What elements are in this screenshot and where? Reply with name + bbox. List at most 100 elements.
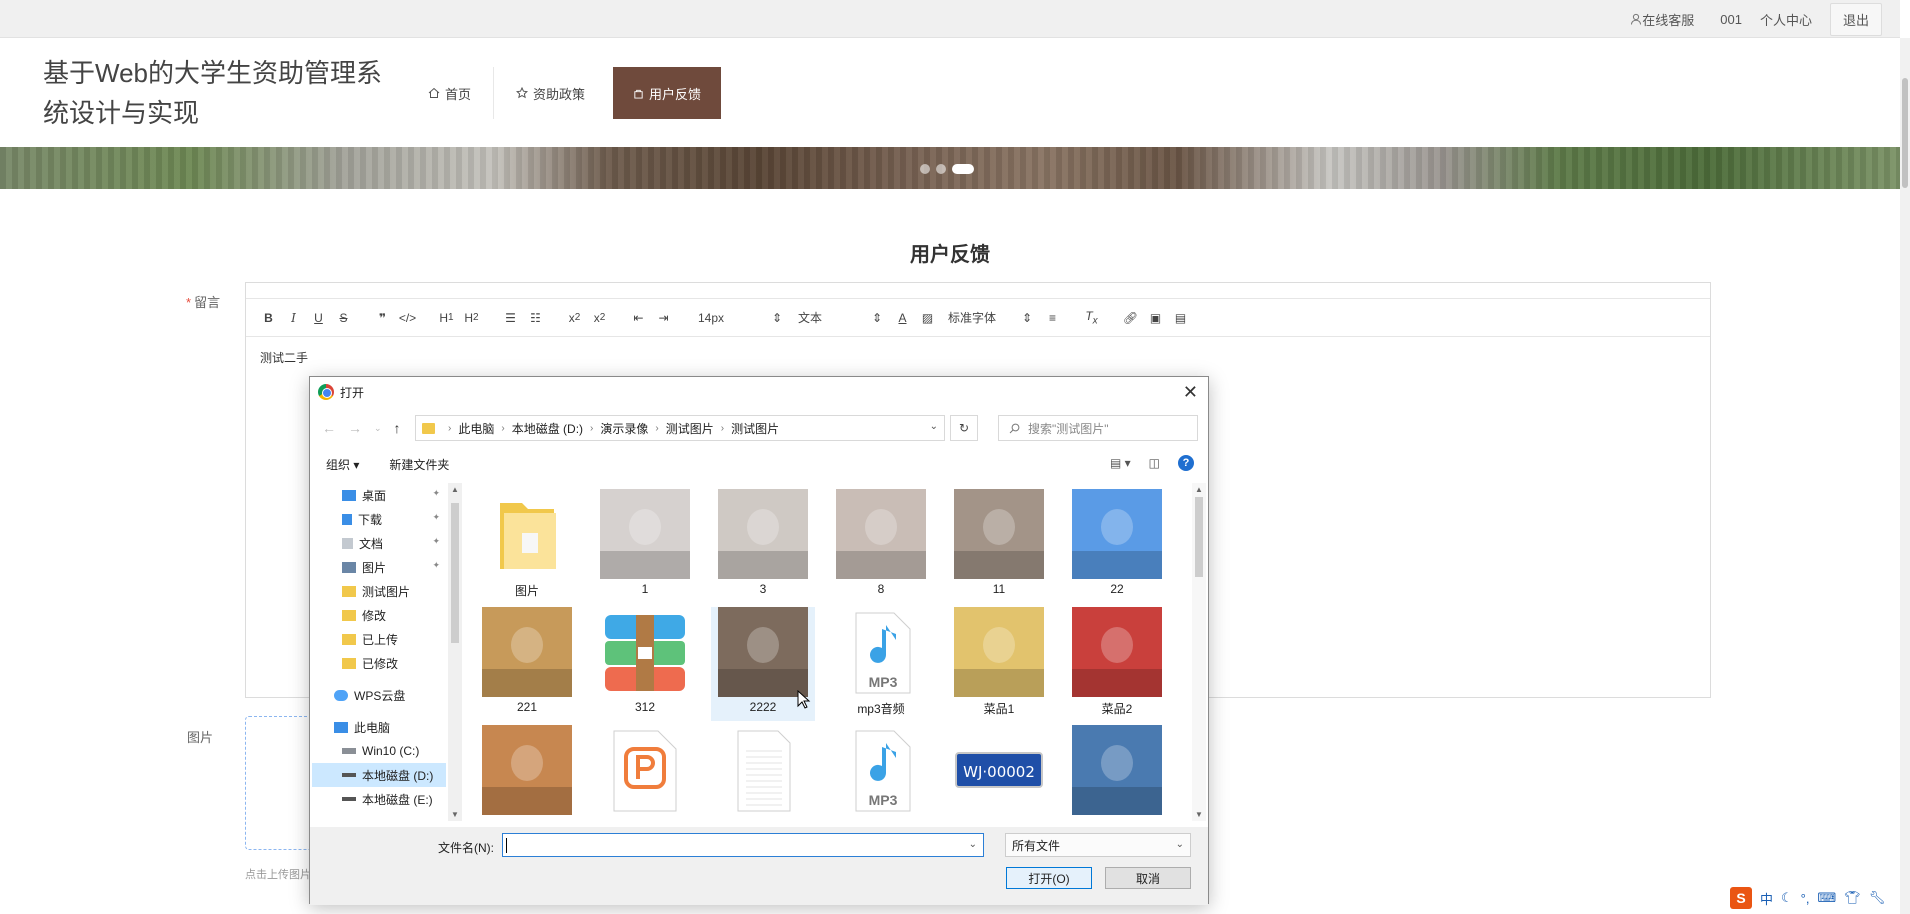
help-icon[interactable]: ? [1178,455,1194,471]
forward-icon[interactable]: → [348,420,362,436]
file-thumbnail [600,489,690,579]
carousel-dot-active[interactable] [952,164,974,174]
shirt-icon[interactable]: 👕︎ [1844,890,1861,906]
file-type-select[interactable]: 所有文件 ⌄ [1005,833,1191,857]
refresh-icon[interactable]: ↻ [950,415,978,441]
font-color-button[interactable]: A [890,306,915,330]
file-item[interactable]: 221 [475,607,579,721]
navigation-scrollbar[interactable]: ▲ ▼ [448,483,462,821]
page-scrollbar[interactable] [1900,38,1910,914]
recent-dropdown-icon[interactable]: ⌄ [374,423,382,434]
username[interactable]: 001 [1720,12,1742,27]
font-size-select[interactable]: 14px ⇕ [690,306,790,330]
search-input[interactable]: 搜索"测试图片" [998,415,1198,441]
sidebar-item-desktop[interactable]: 桌面 ✦ [312,483,446,507]
file-item[interactable]: 3 [711,489,815,603]
back-icon[interactable]: ← [322,420,336,436]
sogou-ime-icon[interactable]: S [1730,887,1752,909]
file-item[interactable]: 菜品2 [1065,607,1169,721]
breadcrumb-item[interactable]: 演示录像 [600,420,648,437]
link-icon[interactable]: 🔗︎ [1118,306,1143,330]
block-format-select[interactable]: 文本 ⇕ [790,306,890,330]
strikethrough-button[interactable]: S [331,306,356,330]
logout-button[interactable]: 退出 [1829,2,1882,36]
sidebar-item-downloads[interactable]: 下载 ✦ [312,507,446,531]
indent-button[interactable]: ⇥ [651,306,676,330]
sidebar-item-pictures[interactable]: 图片 ✦ [312,555,446,579]
file-item[interactable]: MP3 [829,725,933,821]
code-button[interactable]: </> [395,306,420,330]
ime-mode[interactable]: 中 [1760,889,1773,908]
nav-feedback[interactable]: 用户反馈 [613,67,722,119]
file-item[interactable]: 8 [829,489,933,603]
carousel-dot[interactable] [936,164,946,174]
personal-center-link[interactable]: 个人中心 [1760,10,1812,29]
address-bar[interactable]: › 此电脑 › 本地磁盘 (D:) › 演示录像 › 测试图片 › 测试图片 ⌄ [415,415,945,441]
subscript-button[interactable]: x2 [562,306,587,330]
clear-format-button[interactable]: Tx [1079,306,1104,330]
sidebar-item-this-pc[interactable]: 此电脑 [312,715,446,739]
file-item[interactable] [475,725,579,821]
file-item[interactable] [711,725,815,821]
italic-button[interactable]: I [281,306,306,330]
new-folder-button[interactable]: 新建文件夹 [389,456,449,473]
font-family-select[interactable]: 标准字体 ⇕ [940,306,1040,330]
bullet-list-button[interactable]: ☷ [523,306,548,330]
nav-policy[interactable]: 资助政策 [498,67,603,119]
sidebar-item-drive-e[interactable]: 本地磁盘 (E:) [312,787,446,811]
carousel-dot[interactable] [920,164,930,174]
punctuation-icon[interactable]: °, [1801,891,1810,906]
image-icon[interactable]: ▣ [1143,306,1168,330]
background-color-button[interactable]: ▨ [915,306,940,330]
sidebar-item-modify[interactable]: 修改 [312,603,446,627]
superscript-button[interactable]: x2 [587,306,612,330]
open-button[interactable]: 打开(O) [1006,867,1092,889]
up-icon[interactable]: ↑ [394,420,401,436]
file-item[interactable]: 22 [1065,489,1169,603]
cancel-button[interactable]: 取消 [1105,867,1191,889]
keyboard-icon[interactable]: ⌨ [1817,890,1836,906]
breadcrumb-item[interactable]: 本地磁盘 (D:) [512,420,583,437]
file-grid-scrollbar[interactable]: ▲ ▼ [1192,483,1206,821]
filename-input[interactable]: ⌄ [502,833,984,857]
sidebar-item-test-pictures[interactable]: 测试图片 [312,579,446,603]
sidebar-item-modified[interactable]: 已修改 [312,651,446,675]
editor-content[interactable]: 测试二手 [246,337,1710,378]
heading2-button[interactable]: H2 [459,306,484,330]
ordered-list-button[interactable]: ☰ [498,306,523,330]
chevron-down-icon[interactable]: ⌄ [969,839,977,850]
sidebar-item-drive-c[interactable]: Win10 (C:) [312,739,446,763]
bold-button[interactable]: B [256,306,281,330]
breadcrumb-item[interactable]: 测试图片 [666,420,714,437]
organize-menu[interactable]: 组织 ▾ [326,456,359,473]
preview-pane-icon[interactable]: ◫ [1149,456,1160,470]
online-service-link[interactable]: 在线客服 [1630,10,1694,29]
close-icon[interactable]: ✕ [1183,382,1198,403]
chevron-down-icon[interactable]: ⌄ [930,421,938,432]
file-item[interactable]: 312 [593,607,697,721]
sidebar-item-wps-cloud[interactable]: WPS云盘 [312,683,446,707]
wrench-icon[interactable]: 🔧︎ [1869,890,1886,906]
sidebar-item-drive-d[interactable]: 本地磁盘 (D:) [312,763,446,787]
align-button[interactable]: ≡ [1040,306,1065,330]
video-icon[interactable]: ▤ [1168,306,1193,330]
view-mode-icon[interactable]: ▤ ▾ [1110,456,1131,470]
file-item[interactable]: 图片 [475,489,579,603]
blockquote-button[interactable]: ❞ [370,306,395,330]
breadcrumb-item[interactable]: 此电脑 [458,420,494,437]
file-item[interactable]: MP3 mp3音频 [829,607,933,721]
nav-home[interactable]: 首页 [410,67,489,119]
underline-button[interactable]: U [306,306,331,330]
file-item[interactable]: 11 [947,489,1051,603]
breadcrumb-item[interactable]: 测试图片 [731,420,779,437]
file-item[interactable]: 菜品1 [947,607,1051,721]
moon-icon[interactable]: ☾ [1781,890,1793,906]
heading1-button[interactable]: H1 [434,306,459,330]
file-item[interactable]: 1 [593,489,697,603]
file-item[interactable]: WJ·00002 [947,725,1051,821]
sidebar-item-uploaded[interactable]: 已上传 [312,627,446,651]
file-item[interactable] [593,725,697,821]
outdent-button[interactable]: ⇤ [626,306,651,330]
sidebar-item-documents[interactable]: 文档 ✦ [312,531,446,555]
file-item[interactable] [1065,725,1169,821]
